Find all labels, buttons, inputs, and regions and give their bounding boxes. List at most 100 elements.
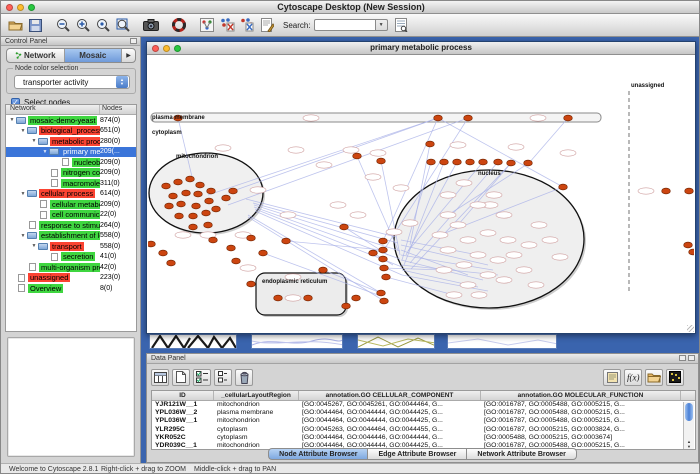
tree-row[interactable]: ▼metabolic process280(0): [6, 136, 136, 147]
function-builder-icon[interactable]: f(x): [624, 369, 642, 386]
attribute-notes-icon[interactable]: [603, 369, 621, 386]
scrollbar-thumb[interactable]: [685, 403, 693, 421]
table-column-header[interactable]: ID: [152, 391, 214, 400]
select-attributes-icon[interactable]: [193, 369, 211, 386]
float-panel-icon[interactable]: [130, 38, 137, 44]
tab-network-attribute-browser[interactable]: Network Attribute Browser: [466, 448, 576, 460]
background-window-1[interactable]: [149, 334, 237, 349]
background-window-2[interactable]: [251, 334, 343, 349]
help-icon[interactable]: [169, 16, 189, 34]
tree-row-node-count: 558(0): [100, 243, 136, 250]
tree-col-network[interactable]: Network: [6, 105, 100, 114]
tree-row[interactable]: ▼biological_process651(0): [6, 126, 136, 137]
network-window-titlebar[interactable]: primary metabolic process: [147, 42, 695, 55]
tree-row[interactable]: ▼mosaic-demo-yeast874(0): [6, 115, 136, 126]
tree-row[interactable]: response to stimul264(0): [6, 220, 136, 231]
matrix-view-icon[interactable]: [666, 369, 684, 386]
search-input[interactable]: [314, 19, 376, 31]
tree-row-label: metabolic process: [50, 137, 100, 146]
tab-overflow-arrow[interactable]: ▶: [122, 49, 135, 62]
vizmapper-icon[interactable]: [197, 16, 217, 34]
tab-mosaic[interactable]: Mosaic: [65, 49, 123, 62]
open-icon[interactable]: [5, 16, 25, 34]
import-attributes-icon[interactable]: [645, 369, 663, 386]
birdseye-view[interactable]: [7, 337, 135, 457]
table-column-header[interactable]: annotation.GO CELLULAR_COMPONENT: [299, 391, 481, 400]
annotation-icon[interactable]: [257, 16, 277, 34]
layout-icon-2[interactable]: [237, 16, 257, 34]
tree-row-node-count: 22(0): [100, 211, 136, 218]
search-options-icon[interactable]: [392, 16, 412, 34]
tree-row[interactable]: macromolecule311(0): [6, 178, 136, 189]
resize-grip[interactable]: [687, 325, 694, 332]
save-icon[interactable]: [25, 16, 45, 34]
tree-row[interactable]: ▼establishment of lo558(0): [6, 231, 136, 242]
combo-stepper-icon: ▲▼: [116, 76, 128, 88]
disclosure-triangle-icon[interactable]: ▼: [19, 233, 27, 239]
table-column-header[interactable]: annotation.GO MOLECULAR_FUNCTION: [481, 391, 681, 400]
tree-row[interactable]: cellular metabol209(0): [6, 199, 136, 210]
table-column-header[interactable]: _cellularLayoutRegion: [214, 391, 299, 400]
new-attribute-icon[interactable]: [172, 369, 190, 386]
snapshot-icon[interactable]: [141, 16, 161, 34]
attribute-table-header[interactable]: ID_cellularLayoutRegionannotation.GO CEL…: [152, 391, 695, 401]
disclosure-triangle-icon[interactable]: ▼: [19, 191, 27, 197]
disclosure-triangle-icon[interactable]: ▼: [30, 138, 38, 144]
tab-node-attribute-browser[interactable]: Node Attribute Browser: [268, 448, 367, 460]
float-panel-icon[interactable]: [679, 355, 686, 361]
tab-edge-attribute-browser[interactable]: Edge Attribute Browser: [367, 448, 466, 460]
network-tree-header[interactable]: Network Nodes: [6, 105, 136, 115]
layout-icon-1[interactable]: [217, 16, 237, 34]
tree-row-label: biological_process: [39, 126, 100, 135]
network-canvas[interactable]: plasma membranecytoplasmmitochondrionnuc…: [148, 55, 694, 332]
disclosure-triangle-icon[interactable]: ▼: [30, 243, 38, 249]
tree-col-nodes[interactable]: Nodes: [100, 105, 136, 114]
table-row[interactable]: YJR121W__1mitochondrion[GO:0045267, GO:0…: [152, 401, 695, 409]
table-row[interactable]: YKR052Ccytoplasm[GO:0044464, GO:0044446,…: [152, 434, 695, 442]
attribute-table: ID_cellularLayoutRegionannotation.GO CEL…: [151, 390, 696, 450]
tree-row[interactable]: Overview8(0): [6, 283, 136, 294]
page-icon: [29, 263, 36, 271]
disclosure-triangle-icon[interactable]: ▼: [41, 149, 49, 155]
delete-attribute-icon[interactable]: [235, 369, 253, 386]
zoom-selected-icon[interactable]: [93, 16, 113, 34]
disclosure-triangle-icon[interactable]: ▼: [19, 128, 27, 134]
tree-row[interactable]: cell communicat22(0): [6, 210, 136, 221]
attribute-table-icon[interactable]: [151, 369, 169, 386]
zoom-out-icon[interactable]: [53, 16, 73, 34]
tree-row-label: nitrogen compo: [61, 168, 100, 177]
network-view-window: primary metabolic process plasma membran…: [146, 41, 696, 334]
background-window-4[interactable]: [447, 334, 557, 349]
tree-row[interactable]: nucleobase-209(0): [6, 157, 136, 168]
zoom-fit-icon[interactable]: [113, 16, 133, 34]
close-panel-icon[interactable]: [688, 355, 695, 361]
node-color-select[interactable]: transporter activity ▲▼: [14, 75, 130, 89]
tree-row-label: Overview: [28, 284, 63, 293]
disclosure-triangle-icon[interactable]: ▼: [8, 117, 16, 123]
unselect-attributes-icon[interactable]: [214, 369, 232, 386]
tree-row-node-count: 874(0): [100, 117, 136, 124]
table-scrollbar[interactable]: ▲▼: [683, 402, 694, 449]
search-dropdown-icon[interactable]: ▼: [376, 19, 388, 31]
zoom-in-icon[interactable]: [73, 16, 93, 34]
tree-row[interactable]: nitrogen compo209(0): [6, 168, 136, 179]
table-row[interactable]: YPL036W__1mitochondrion[GO:0044464, GO:0…: [152, 417, 695, 425]
tree-row[interactable]: ▼transport558(0): [6, 241, 136, 252]
search-label: Search:: [283, 21, 311, 30]
table-cell: [GO:0016787, GO:0005488, GO:0005215, G..…: [481, 409, 681, 417]
folder-icon: [27, 232, 37, 239]
network-tree-body: ▼mosaic-demo-yeast874(0)▼biological_proc…: [6, 115, 136, 294]
tree-row[interactable]: ▼primary metabo209(...: [6, 147, 136, 158]
table-row[interactable]: YPL036W__2plasma membrane[GO:0044464, GO…: [152, 409, 695, 417]
page-icon: [18, 284, 25, 292]
table-cell: [GO:0016787, GO:0005215, GO:0003824, G..…: [481, 426, 681, 434]
tree-row[interactable]: unassigned223(0): [6, 273, 136, 284]
folder-icon: [27, 127, 37, 134]
tree-row[interactable]: multi-organism pro42(0): [6, 262, 136, 273]
table-row[interactable]: YLR295Ccytoplasm[GO:0045263, GO:0044464,…: [152, 426, 695, 434]
background-window-3[interactable]: [357, 334, 435, 349]
tree-row[interactable]: ▼cellular process614(0): [6, 189, 136, 200]
tab-network[interactable]: Network: [7, 49, 65, 62]
tree-row[interactable]: secretion41(0): [6, 252, 136, 263]
table-cell: [GO:0016787, GO:0005488, GO:0005215, G..…: [481, 401, 681, 409]
